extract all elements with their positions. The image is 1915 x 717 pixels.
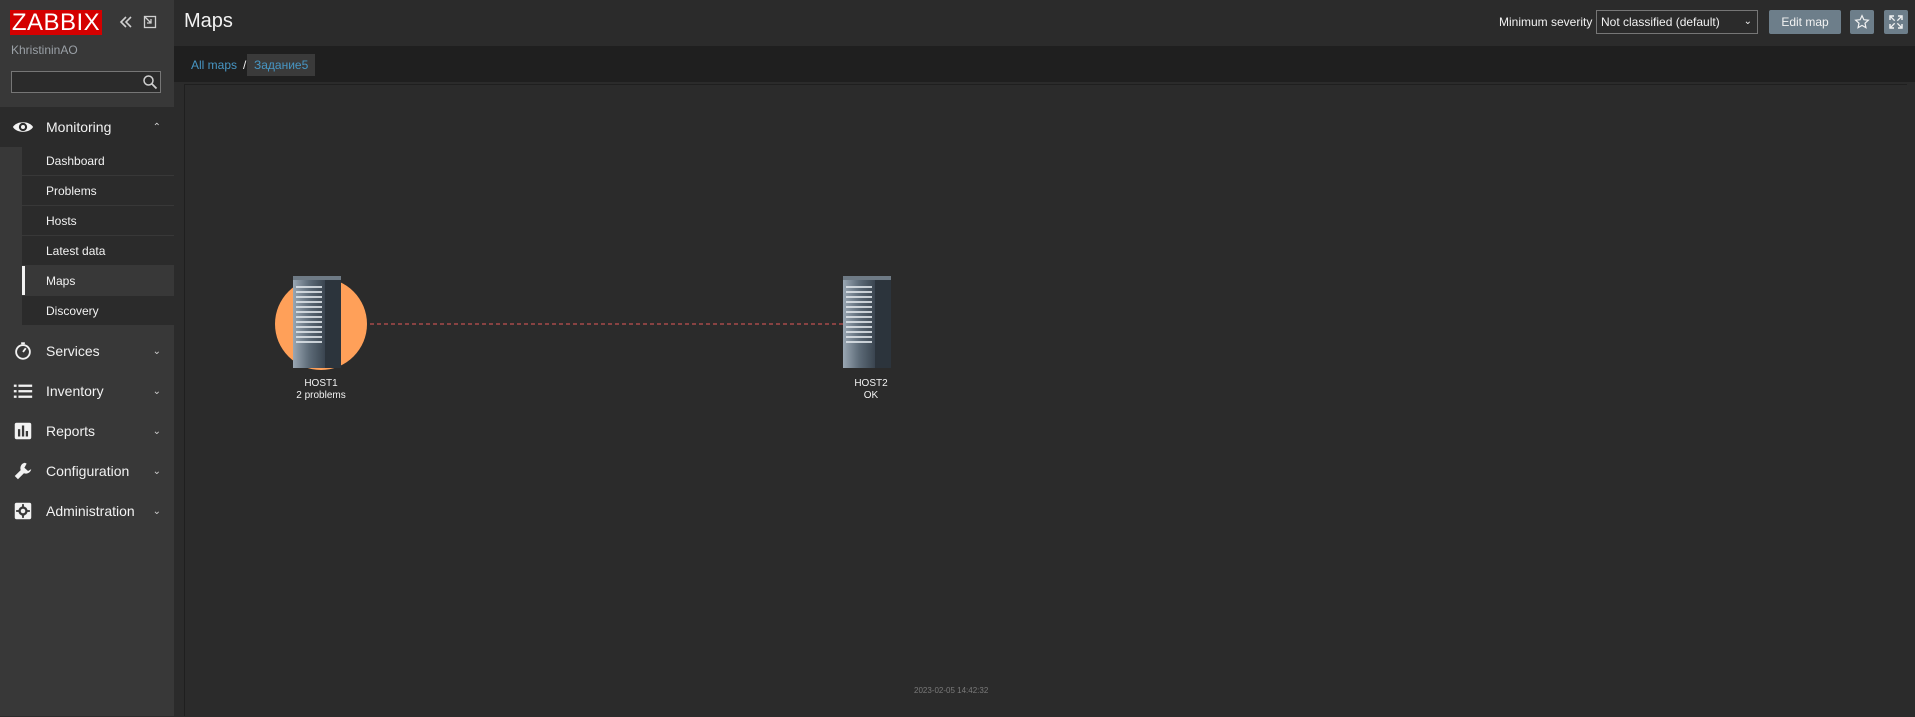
search-input[interactable] — [12, 72, 148, 92]
breadcrumb — [174, 46, 1915, 82]
breadcrumb-all-maps[interactable]: All maps — [191, 58, 237, 72]
favorite-button[interactable] — [1850, 10, 1874, 34]
map-timestamp: 2023-02-05 14:42:32 — [914, 686, 989, 695]
host2-element[interactable]: HOST2 OK — [843, 276, 891, 401]
hide-sidebar-icon[interactable] — [142, 14, 158, 30]
fullscreen-button[interactable] — [1884, 10, 1908, 34]
wrench-icon — [14, 462, 32, 480]
server-icon — [293, 276, 341, 368]
sidebar-search — [11, 71, 161, 93]
list-icon — [13, 384, 33, 398]
min-severity-label: Minimum severity — [1499, 15, 1593, 29]
monitoring-submenu: Dashboard Problems Hosts Latest data Map… — [22, 146, 174, 326]
fullscreen-icon — [1889, 15, 1903, 29]
host1-element[interactable]: HOST1 2 problems — [275, 276, 367, 401]
menu-configuration-label: Configuration — [46, 463, 130, 479]
submenu-hosts[interactable]: Hosts — [22, 206, 174, 236]
breadcrumb-separator: / — [243, 58, 247, 72]
menu-configuration[interactable]: Configuration ⌄ — [0, 451, 174, 491]
page-title: Maps — [184, 10, 233, 32]
map-drawing: HOST1 2 problems HOST2 OK — [275, 276, 891, 401]
menu-monitoring[interactable]: Monitoring ⌃ — [0, 107, 174, 147]
host2-status: OK — [864, 390, 879, 401]
menu-services-label: Services — [46, 343, 100, 359]
chevron-down-icon: ⌄ — [152, 425, 161, 437]
menu-reports[interactable]: Reports ⌄ — [0, 411, 174, 451]
server-icon — [843, 276, 891, 368]
map-canvas: HOST1 2 problems HOST2 OK — [184, 84, 1907, 716]
chevron-down-icon: ⌄ — [152, 385, 161, 397]
zabbix-logo[interactable]: ZABBIX — [10, 10, 102, 35]
menu-monitoring-label: Monitoring — [46, 119, 112, 135]
menu-inventory-label: Inventory — [46, 383, 104, 399]
submenu-maps[interactable]: Maps — [22, 266, 174, 296]
chevron-down-icon: ⌄ — [1743, 16, 1752, 27]
gear-icon — [14, 502, 32, 520]
submenu-dashboard[interactable]: Dashboard — [22, 146, 174, 176]
stopwatch-icon — [15, 342, 31, 360]
host1-status: 2 problems — [296, 390, 345, 401]
submenu-problems[interactable]: Problems — [22, 176, 174, 206]
host1-name: HOST1 — [304, 378, 338, 389]
breadcrumb-current-map[interactable]: Задание5 — [247, 54, 316, 76]
chevron-down-icon: ⌄ — [152, 345, 161, 357]
sidebar: ZABBIX KhristininAO Monitoring ⌃ Dashboa… — [0, 0, 174, 716]
host2-name: HOST2 — [854, 378, 888, 389]
menu-services[interactable]: Services ⌄ — [0, 331, 174, 371]
star-icon — [1854, 14, 1870, 29]
bar-chart-icon — [14, 422, 32, 440]
chevron-up-icon: ⌃ — [152, 121, 161, 133]
chevron-down-icon: ⌄ — [152, 505, 161, 517]
menu-administration-label: Administration — [46, 503, 135, 519]
edit-map-button[interactable]: Edit map — [1769, 10, 1841, 34]
min-severity-value: Not classified (default) — [1601, 15, 1720, 29]
submenu-latest-data[interactable]: Latest data — [22, 236, 174, 266]
menu-administration[interactable]: Administration ⌄ — [0, 491, 174, 531]
menu-reports-label: Reports — [46, 423, 96, 439]
search-icon[interactable] — [142, 74, 158, 90]
min-severity-select[interactable]: Not classified (default) ⌄ — [1596, 10, 1758, 34]
chevron-down-icon: ⌄ — [152, 465, 161, 477]
menu-inventory[interactable]: Inventory ⌄ — [0, 371, 174, 411]
submenu-discovery[interactable]: Discovery — [22, 296, 174, 326]
collapse-sidebar-icon[interactable] — [118, 14, 134, 30]
username: KhristininAO — [11, 43, 78, 57]
eye-icon — [12, 122, 34, 132]
